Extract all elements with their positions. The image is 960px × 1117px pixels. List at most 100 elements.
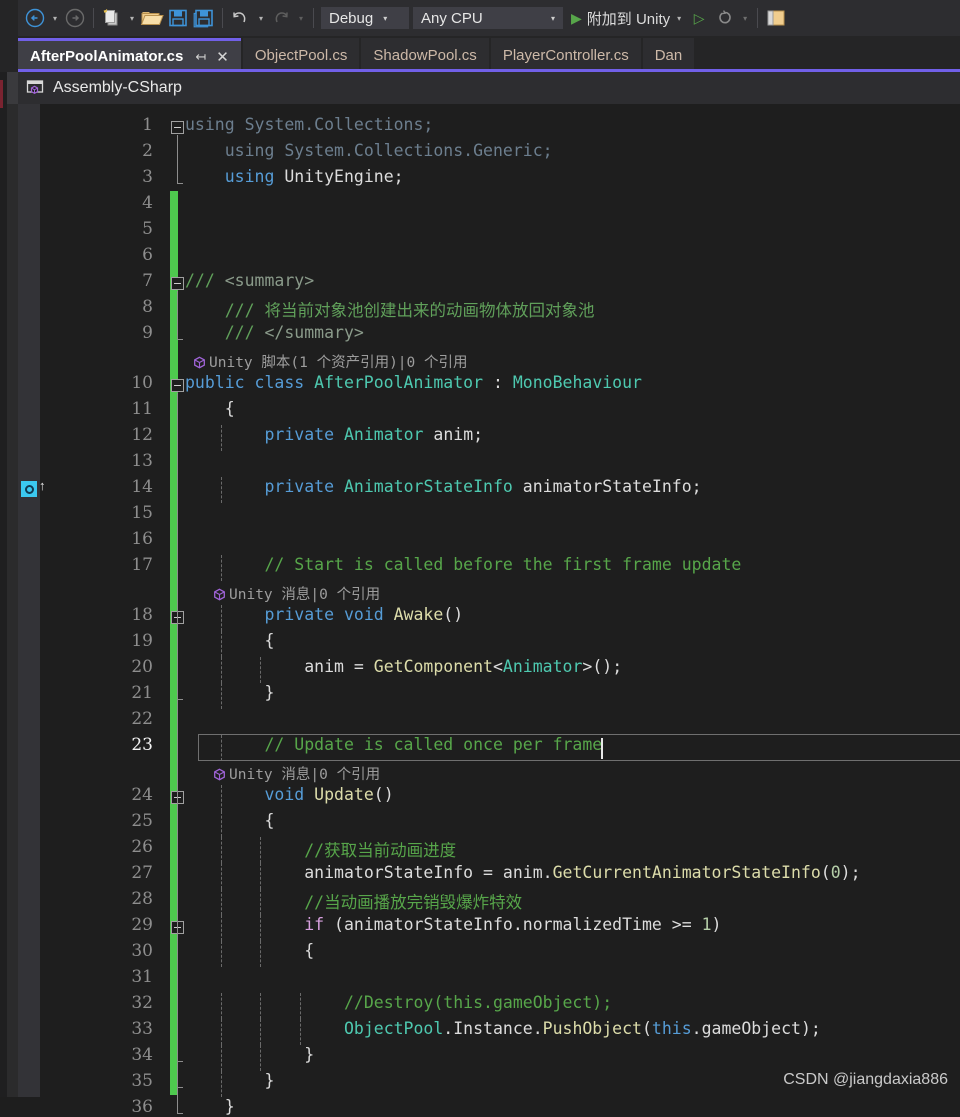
document-tab-objectpool-cs[interactable]: ObjectPool.cs: [242, 38, 360, 72]
panel-icon[interactable]: [763, 5, 789, 31]
code-line[interactable]: }: [185, 1045, 314, 1064]
platform-combo[interactable]: Any CPU ▾: [413, 7, 563, 29]
code-line[interactable]: {: [185, 811, 274, 830]
close-tab-icon[interactable]: ✕: [216, 48, 229, 66]
undo-caret[interactable]: ▾: [254, 5, 268, 31]
document-tab-playercontroller-cs[interactable]: PlayerController.cs: [490, 38, 641, 72]
code-line[interactable]: using UnityEngine;: [185, 167, 404, 186]
line-number: 15: [131, 503, 153, 523]
code-line[interactable]: //当动画播放完销毁爆炸特效: [185, 889, 522, 913]
toolbar-divider-4: [757, 8, 759, 28]
back-history-caret[interactable]: ▾: [48, 5, 62, 31]
outlining-end-tick: [177, 183, 183, 184]
code-line[interactable]: }: [185, 683, 274, 702]
code-line[interactable]: if (animatorStateInfo.normalizedTime >= …: [185, 915, 721, 934]
forward-arrow-icon[interactable]: [62, 5, 88, 31]
chevron-down-icon: ▾: [550, 13, 555, 23]
redo-caret[interactable]: ▾: [294, 5, 308, 31]
toolbar-divider-2: [222, 8, 223, 28]
code-line[interactable]: using System.Collections.Generic;: [185, 141, 553, 160]
code-line[interactable]: animatorStateInfo = anim.GetCurrentAnima…: [185, 863, 860, 882]
code-editor[interactable]: 1 using System.Collections; 2 using System…: [18, 104, 960, 1117]
open-folder-icon[interactable]: [139, 5, 165, 31]
document-tab-bar: AfterPoolAnimator.cs ↤ ✕ ObjectPool.cs Shado…: [0, 36, 960, 72]
indicator-margin[interactable]: [18, 104, 40, 1097]
line-number: 6: [142, 245, 153, 265]
hot-reload-icon[interactable]: [712, 5, 738, 31]
line-number: 8: [142, 297, 153, 317]
play-icon: ▶: [571, 9, 582, 26]
line-number: 11: [131, 399, 153, 419]
code-line[interactable]: {: [185, 941, 314, 960]
outlining-end-tick: [177, 1087, 183, 1088]
code-line[interactable]: }: [185, 1071, 274, 1090]
breadcrumb-bar[interactable]: Assembly-CSharp: [18, 72, 960, 104]
code-line[interactable]: using System.Collections;: [185, 115, 433, 134]
attach-to-unity-button[interactable]: ▶ 附加到 Unity: [565, 5, 672, 31]
new-item-caret[interactable]: ▾: [125, 5, 139, 31]
line-number: 29: [131, 915, 153, 935]
assembly-icon: [26, 79, 46, 97]
main-toolbar: ▾ ▾ ▾ ▾ Debug ▾ Any CPU ▾ ▶ 附加到 Unity ▾ …: [0, 0, 960, 36]
code-line[interactable]: //Destroy(this.gameObject);: [185, 993, 612, 1012]
outlining-collapse-icon[interactable]: [171, 121, 184, 134]
configuration-value: Debug: [329, 9, 374, 27]
document-tab-dan[interactable]: Dan: [642, 38, 695, 72]
save-all-icon[interactable]: [191, 5, 217, 31]
document-tab-shadowpool-cs[interactable]: ShadowPool.cs: [361, 38, 489, 72]
code-line[interactable]: /// <summary>: [185, 271, 314, 290]
hot-reload-caret[interactable]: ▾: [738, 5, 752, 31]
line-number: 30: [131, 941, 153, 961]
line-number: 21: [131, 683, 153, 703]
code-line[interactable]: public class AfterPoolAnimator : MonoBeh…: [185, 373, 642, 392]
line-number: 24: [131, 785, 153, 805]
line-number: 9: [142, 323, 153, 343]
code-line[interactable]: /// 将当前对象池创建出来的动画物体放回对象池: [185, 297, 595, 321]
redo-icon[interactable]: [268, 5, 294, 31]
outlining-vertical-line: [177, 625, 178, 699]
outlining-collapse-icon[interactable]: [171, 379, 184, 392]
new-item-icon[interactable]: [99, 5, 125, 31]
collapsed-left-panel-edge[interactable]: [0, 36, 18, 1097]
run-target-caret[interactable]: ▾: [672, 5, 686, 31]
back-arrow-icon[interactable]: [22, 5, 48, 31]
code-line[interactable]: ObjectPool.Instance.PushObject(this.game…: [185, 1019, 821, 1038]
line-number: 25: [131, 811, 153, 831]
line-number: 10: [131, 373, 153, 393]
pin-tab-icon[interactable]: ↤: [195, 49, 206, 65]
line-number: 33: [131, 1019, 153, 1039]
code-line[interactable]: void Update(): [185, 785, 393, 804]
code-line[interactable]: {: [185, 399, 235, 418]
tab-label: ShadowPool.cs: [373, 46, 477, 64]
code-line[interactable]: private void Awake(): [185, 605, 463, 624]
configuration-combo[interactable]: Debug ▾: [321, 7, 409, 29]
outlining-collapse-icon[interactable]: [171, 277, 184, 290]
unity-cube-icon: [193, 356, 206, 369]
code-line[interactable]: //获取当前动画进度: [185, 837, 456, 861]
code-line[interactable]: private AnimatorStateInfo animatorStateI…: [185, 477, 701, 496]
unity-marker-up-arrow-icon[interactable]: ↑: [39, 478, 46, 493]
code-line[interactable]: // Start is called before the first fram…: [185, 555, 741, 574]
code-line[interactable]: /// </summary>: [185, 323, 364, 342]
line-number: 5: [142, 219, 153, 239]
line-number: 7: [142, 271, 153, 291]
line-number: 16: [131, 529, 153, 549]
code-line[interactable]: anim = GetComponent<Animator>();: [185, 657, 622, 676]
start-without-debug-icon[interactable]: ▷: [686, 5, 712, 31]
code-line[interactable]: private Animator anim;: [185, 425, 483, 444]
codelens-indicator[interactable]: Unity 脚本(1 个资产引用)|0 个引用: [193, 351, 468, 372]
save-icon[interactable]: [165, 5, 191, 31]
undo-icon[interactable]: [228, 5, 254, 31]
code-line[interactable]: {: [185, 631, 274, 650]
outlining-vertical-line: [177, 291, 178, 339]
line-number: 19: [131, 631, 153, 651]
unity-message-marker-icon[interactable]: [21, 481, 37, 497]
code-line[interactable]: }: [185, 1097, 235, 1116]
document-tab-afterpoolanimator-cs[interactable]: AfterPoolAnimator.cs ↤ ✕: [18, 38, 241, 72]
code-surface[interactable]: 1 using System.Collections; 2 using System…: [40, 104, 960, 1117]
codelens-indicator[interactable]: Unity 消息|0 个引用: [213, 583, 380, 604]
codelens-indicator[interactable]: Unity 消息|0 个引用: [213, 763, 380, 784]
tab-label: AfterPoolAnimator.cs: [30, 48, 184, 65]
breadcrumb-label: Assembly-CSharp: [53, 79, 182, 96]
sliver-mark-red-2: [0, 80, 3, 108]
